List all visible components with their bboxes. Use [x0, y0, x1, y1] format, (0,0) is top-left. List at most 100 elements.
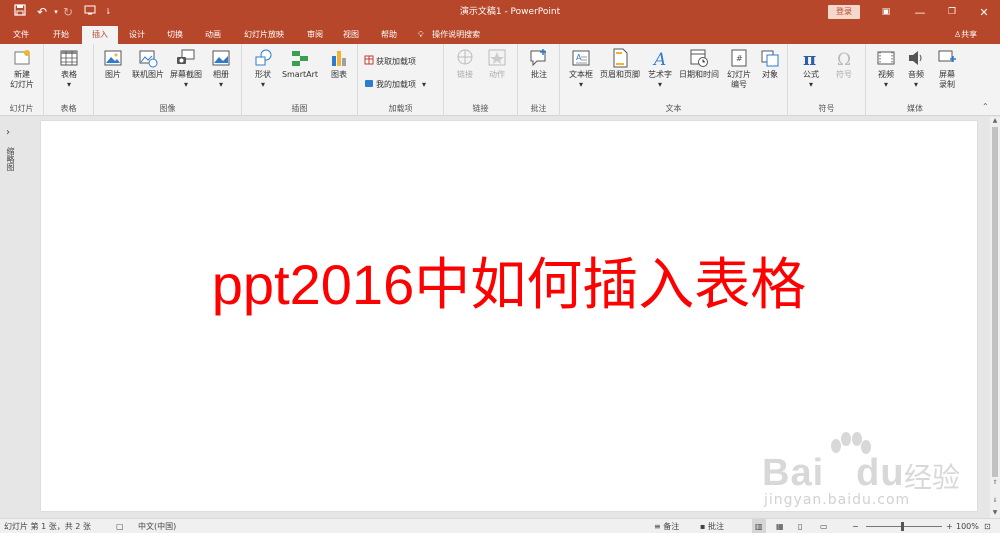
tab-transitions[interactable]: 切换 [158, 25, 192, 44]
thumbnail-pane-label[interactable]: 缩略图 [6, 147, 16, 171]
group-slides: 新建 幻灯片 幻灯片 [0, 44, 44, 116]
group-label-images: 图像 [159, 104, 176, 113]
tab-home[interactable]: 开始 [44, 25, 78, 44]
group-label-addins: 加载项 [388, 104, 413, 113]
comments-status-button[interactable]: ▪ 批注 [700, 519, 724, 533]
online-picture-button[interactable]: 联机图片 [128, 48, 168, 80]
language-status[interactable]: 中文(中国) [138, 519, 176, 533]
save-icon[interactable] [12, 4, 28, 20]
group-label-comments: 批注 [530, 104, 547, 113]
symbol-button[interactable]: Ω 符号 [828, 48, 860, 80]
wordart-icon: A [652, 50, 666, 68]
tab-animations[interactable]: 动画 [196, 25, 230, 44]
screen-record-button[interactable]: 屏幕 录制 [932, 48, 962, 90]
get-addins-button[interactable]: 获取加载项 [364, 55, 416, 69]
group-addins: 获取加载项 我的加载项 ▾ 加载项 [358, 44, 444, 116]
login-button[interactable]: 登录 [828, 5, 860, 19]
chart-button[interactable]: 图表 [324, 48, 354, 80]
zoom-slider-track[interactable] [866, 526, 942, 527]
fit-to-window-icon[interactable]: ⊡ [984, 519, 991, 533]
tab-file[interactable]: 文件 [4, 25, 38, 44]
calendar-clock-icon [690, 49, 708, 67]
header-footer-button[interactable]: 页眉和页脚 [598, 48, 642, 80]
album-dropdown-icon: ▾ [218, 80, 223, 89]
group-illustrations: 形状 ▾ SmartArt 图表 插图 [242, 44, 358, 116]
zoom-slider-knob[interactable] [901, 522, 904, 531]
object-label: 对象 [762, 70, 778, 79]
wordart-button[interactable]: A 艺术字 ▾ [644, 48, 676, 90]
screen-record-icon [938, 50, 956, 62]
share-label: 共享 [961, 30, 978, 39]
scroll-down-icon[interactable]: ▼ [990, 509, 1000, 517]
spellcheck-icon[interactable]: ▢ [116, 519, 124, 533]
comment-button[interactable]: 批注 [524, 48, 554, 80]
group-images: 图片 联机图片 屏幕截图 ▾ 相册 ▾ 图像 [94, 44, 242, 116]
scroll-up-icon[interactable]: ▲ [990, 117, 1000, 125]
video-dropdown-icon: ▾ [883, 80, 888, 89]
zoom-out-icon[interactable]: − [852, 519, 859, 533]
tab-view[interactable]: 视图 [334, 25, 368, 44]
shapes-button[interactable]: 形状 ▾ [248, 48, 278, 90]
redo-icon[interactable]: ↻ [60, 4, 76, 20]
expand-thumbnails-icon[interactable]: › [6, 127, 10, 138]
datetime-button[interactable]: 日期和时间 [676, 48, 722, 80]
table-icon [60, 50, 78, 66]
tell-me-search[interactable]: 💡︎ 操作说明搜索 [418, 25, 480, 44]
slide-number-icon: # [731, 49, 747, 67]
chart-label: 图表 [331, 70, 347, 79]
group-links: 链接 动作 链接 [444, 44, 518, 116]
maximize-icon[interactable]: ❐ [936, 0, 968, 25]
tab-review[interactable]: 审阅 [298, 25, 332, 44]
new-slide-button[interactable]: 新建 幻灯片 [4, 48, 40, 90]
normal-view-icon[interactable]: ▥ [752, 519, 766, 533]
scroll-up-page-icon[interactable]: ⇑ [990, 479, 1000, 487]
my-addins-button[interactable]: 我的加载项 ▾ [364, 78, 426, 92]
screenshot-button[interactable]: 屏幕截图 ▾ [168, 48, 204, 90]
smartart-button[interactable]: SmartArt [278, 48, 322, 80]
ribbon: 新建 幻灯片 幻灯片 表格 ▾ 表格 图片 联机图片 屏幕截图 ▾ 相册 ▾ 图… [0, 44, 1000, 116]
action-button[interactable]: 动作 [482, 48, 512, 80]
picture-button[interactable]: 图片 [98, 48, 128, 80]
share-button[interactable]: ♙共享 [954, 25, 977, 44]
textbox-dropdown-icon: ▾ [578, 80, 583, 89]
customize-qat-icon[interactable]: ⇂ [100, 4, 116, 20]
scrollbar-thumb[interactable] [992, 127, 998, 477]
notes-button[interactable]: ≡ 备注 [654, 519, 679, 533]
table-button[interactable]: 表格 ▾ [52, 48, 86, 90]
tab-slideshow[interactable]: 幻灯片放映 [236, 25, 292, 44]
link-button[interactable]: 链接 [450, 48, 480, 80]
table-label: 表格 [61, 70, 77, 79]
video-icon [877, 51, 895, 65]
vertical-scrollbar[interactable]: ▲ ⇑ ⇓ ▼ [990, 117, 1000, 518]
slide-number-button[interactable]: # 幻灯片 编号 [722, 48, 756, 90]
shapes-dropdown-icon: ▾ [260, 80, 265, 89]
slideshow-view-icon[interactable]: ▭ [820, 519, 828, 533]
chart-icon [332, 51, 346, 66]
reading-view-icon[interactable]: ▯ [798, 519, 802, 533]
slide-title-text[interactable]: ppt2016中如何插入表格 [41, 249, 977, 321]
equation-label: 公式 [803, 70, 819, 79]
slide-number-label-1: 幻灯片 [727, 70, 751, 79]
audio-button[interactable]: 音频 ▾ [902, 48, 930, 90]
tab-help[interactable]: 帮助 [372, 25, 406, 44]
minimize-icon[interactable]: — [904, 0, 936, 25]
object-button[interactable]: 对象 [756, 48, 784, 80]
tab-design[interactable]: 设计 [122, 25, 152, 44]
start-from-beginning-icon[interactable] [82, 4, 98, 20]
zoom-in-icon[interactable]: + [946, 519, 953, 533]
zoom-level[interactable]: 100% [956, 519, 979, 533]
video-button[interactable]: 视频 ▾ [872, 48, 900, 90]
group-symbols: π 公式 ▾ Ω 符号 符号 [788, 44, 866, 116]
tab-insert[interactable]: 插入 [82, 26, 118, 44]
smartart-icon [292, 51, 308, 66]
slide-count-status[interactable]: 幻灯片 第 1 张，共 2 张 [4, 519, 91, 533]
album-button[interactable]: 相册 ▾ [204, 48, 238, 90]
scroll-down-page-icon[interactable]: ⇓ [990, 497, 1000, 505]
textbox-button[interactable]: A 文本框 ▾ [564, 48, 598, 90]
ribbon-display-icon[interactable]: ▣ [870, 0, 902, 25]
wordart-label: 艺术字 [648, 70, 672, 79]
slide-sorter-view-icon[interactable]: ▦ [776, 519, 784, 533]
collapse-ribbon-icon[interactable]: ⌃ [982, 102, 989, 111]
close-icon[interactable]: ✕ [968, 0, 1000, 25]
equation-button[interactable]: π 公式 ▾ [794, 48, 828, 90]
